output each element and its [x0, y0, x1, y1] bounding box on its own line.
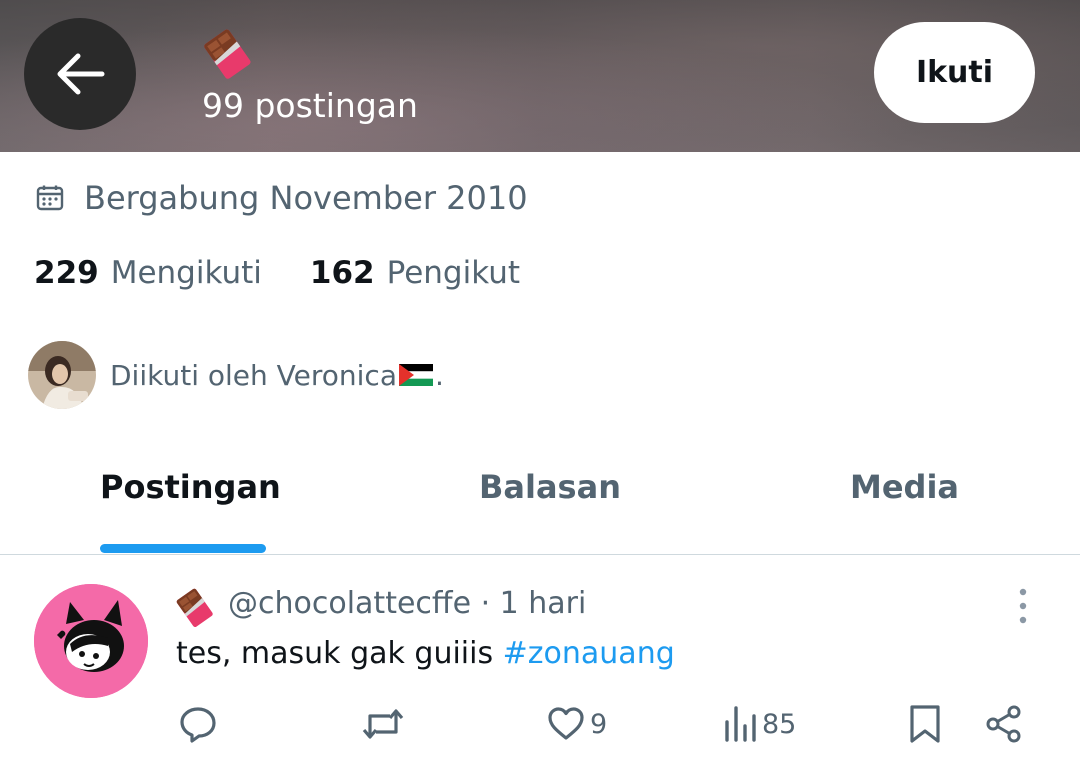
- following-label: Mengikuti: [110, 255, 262, 291]
- bookmark-icon: [910, 705, 940, 743]
- views-icon: [725, 706, 756, 742]
- reply-icon: [180, 707, 216, 743]
- followed-by-suffix: .: [434, 358, 444, 392]
- followers-label: Pengikut: [386, 255, 521, 291]
- chocolate-bar-emoji: [204, 29, 251, 79]
- post-handle[interactable]: @chocolattecffe: [228, 586, 471, 621]
- tab-media[interactable]: Media: [850, 468, 959, 506]
- post-hashtag[interactable]: #zonauang: [503, 636, 675, 671]
- arrow-left-icon: [57, 53, 105, 95]
- joined-text: Bergabung November 2010: [84, 179, 528, 217]
- bookmark-button[interactable]: [908, 704, 942, 744]
- post-meta: @chocolattecffe · 1 hari: [228, 586, 586, 621]
- joined-date: Bergabung November 2010: [36, 176, 528, 220]
- views-count: 85: [762, 708, 797, 740]
- post-author-avatar[interactable]: [34, 584, 148, 698]
- profile-tabs: Postingan Balasan Media: [0, 440, 1080, 555]
- views-button[interactable]: 85: [724, 704, 796, 744]
- followed-by-text: Diikuti oleh Veronica .: [110, 359, 444, 392]
- post-body: tes, masuk gak guiiis: [176, 636, 503, 671]
- heart-icon: [548, 707, 584, 740]
- post-text: tes, masuk gak guiiis #zonauang: [176, 636, 675, 671]
- chocolate-bar-emoji: [176, 588, 213, 628]
- palestine-flag-emoji: [398, 364, 433, 386]
- follow-stats: 229 Mengikuti 162 Pengikut: [34, 255, 520, 291]
- more-options-icon[interactable]: [1006, 586, 1040, 626]
- repost-icon: [362, 709, 404, 739]
- post-count: 99 postingan: [202, 86, 418, 125]
- tab-postingan[interactable]: Postingan: [100, 468, 281, 506]
- meta-separator: ·: [471, 586, 500, 621]
- repost-button[interactable]: [360, 704, 406, 744]
- profile-header: 99 postingan Ikuti: [0, 0, 1080, 152]
- post-actions: 9 85: [0, 698, 1080, 754]
- following-count: 229: [34, 255, 99, 291]
- followed-by-label: Diikuti oleh Veronica: [110, 358, 397, 392]
- follow-button[interactable]: Ikuti: [874, 22, 1035, 123]
- share-icon: [986, 705, 1021, 743]
- followers-count: 162: [309, 255, 375, 291]
- calendar-icon: [36, 185, 64, 211]
- following-link[interactable]: 229 Mengikuti: [34, 255, 262, 291]
- active-tab-indicator: [100, 544, 266, 553]
- followed-by[interactable]: Diikuti oleh Veronica .: [28, 341, 444, 409]
- followers-link[interactable]: 162 Pengikut: [310, 255, 520, 291]
- share-button[interactable]: [984, 704, 1024, 744]
- post-item[interactable]: @chocolattecffe · 1 hari tes, masuk gak …: [0, 556, 1080, 774]
- reply-button[interactable]: [178, 704, 218, 744]
- back-button[interactable]: [24, 18, 136, 130]
- tab-balasan[interactable]: Balasan: [479, 468, 621, 506]
- like-count: 9: [590, 708, 608, 740]
- follower-avatar: [28, 341, 96, 409]
- like-button[interactable]: 9: [546, 704, 607, 744]
- post-time: 1 hari: [499, 586, 587, 621]
